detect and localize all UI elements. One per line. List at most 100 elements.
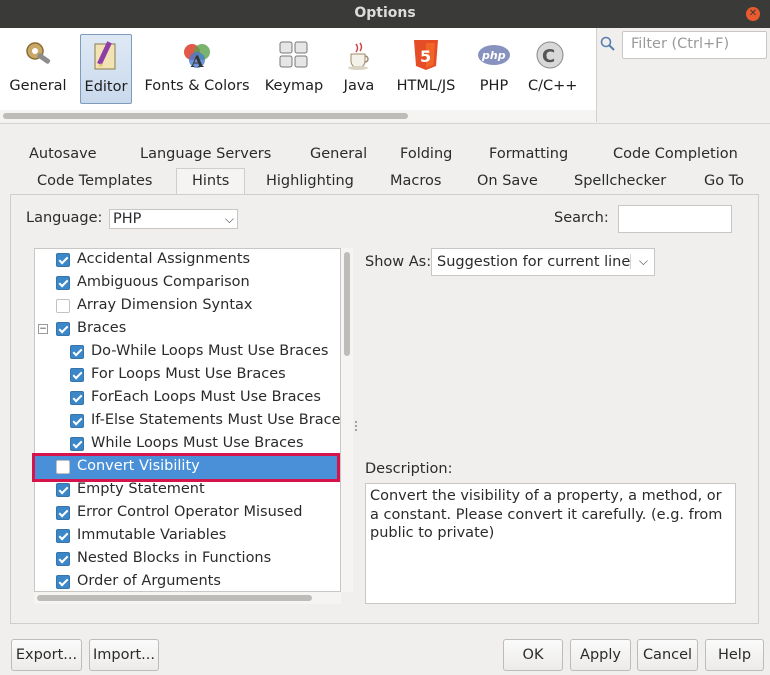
- chevron-down-icon: ⌵: [224, 212, 234, 226]
- search-icon: [600, 36, 615, 51]
- checkbox[interactable]: [56, 460, 70, 474]
- tree-item[interactable]: Immutable Variables: [35, 525, 340, 548]
- language-label: Language:: [26, 210, 103, 226]
- toolbar-keymap[interactable]: Keymap: [262, 34, 326, 104]
- tree-item[interactable]: Error Control Operator Misused: [35, 502, 340, 525]
- toolbar-c-cpp[interactable]: C C/C++: [528, 34, 577, 104]
- toolbar-scrollbar[interactable]: [0, 110, 597, 122]
- language-select[interactable]: PHP ⌵: [109, 209, 238, 229]
- scroll-thumb[interactable]: [344, 252, 350, 356]
- checkbox[interactable]: [56, 575, 70, 589]
- tree-item-label: Braces: [77, 320, 127, 336]
- checkbox[interactable]: [70, 414, 84, 428]
- checkbox[interactable]: [56, 253, 70, 267]
- tree-item-label: If-Else Statements Must Use Braces: [91, 412, 341, 428]
- toolbar-label: HTML/JS: [396, 78, 456, 94]
- tab-autosave[interactable]: Autosave: [29, 146, 97, 162]
- scroll-thumb[interactable]: [3, 113, 408, 119]
- tree-item-label: Accidental Assignments: [77, 251, 251, 267]
- checkbox[interactable]: [56, 276, 70, 290]
- tree-item[interactable]: Ambiguous Comparison: [35, 272, 340, 295]
- apply-button[interactable]: Apply: [570, 639, 631, 671]
- toolbar-label: PHP: [479, 78, 509, 94]
- tab-code-completion[interactable]: Code Completion: [613, 146, 738, 162]
- checkbox[interactable]: [56, 529, 70, 543]
- description-text: Convert the visibility of a property, a …: [365, 483, 736, 604]
- tree-item[interactable]: Array Dimension Syntax: [35, 295, 340, 318]
- toolbar-label: Keymap: [264, 78, 324, 94]
- import-button[interactable]: Import...: [89, 639, 159, 671]
- checkbox[interactable]: [70, 368, 84, 382]
- tree-item-label: Immutable Variables: [77, 527, 227, 543]
- checkbox[interactable]: [70, 345, 84, 359]
- tree-item[interactable]: Empty Statement: [35, 479, 340, 502]
- checkbox[interactable]: [56, 322, 70, 336]
- tab-formatting[interactable]: Formatting: [489, 146, 568, 162]
- tree-item-label: Convert Visibility: [77, 458, 200, 474]
- help-button[interactable]: Help: [705, 639, 764, 671]
- hints-tree[interactable]: Accidental Assignments Ambiguous Compari…: [34, 248, 341, 592]
- separator: [0, 123, 770, 124]
- ok-button[interactable]: OK: [503, 639, 563, 671]
- toolbar-label: Java: [343, 78, 375, 94]
- tree-item[interactable]: For Loops Must Use Braces: [35, 364, 340, 387]
- toolbar-php[interactable]: php PHP: [472, 34, 516, 104]
- tab-macros[interactable]: Macros: [390, 173, 441, 189]
- gear-wrench-icon: [26, 42, 51, 64]
- window-title: Options: [354, 5, 416, 21]
- tree-vertical-scrollbar[interactable]: [341, 248, 353, 592]
- tree-item-label: Order of Arguments: [77, 573, 221, 589]
- show-as-label: Show As:: [365, 254, 432, 270]
- export-button[interactable]: Export...: [11, 639, 82, 671]
- checkbox[interactable]: [56, 483, 70, 497]
- tree-horizontal-scrollbar[interactable]: [34, 592, 341, 604]
- svg-text:C: C: [542, 46, 555, 67]
- tab-folding[interactable]: Folding: [400, 146, 452, 162]
- tree-item[interactable]: ForEach Loops Must Use Braces: [35, 387, 340, 410]
- toolbar-java[interactable]: Java: [338, 34, 380, 104]
- tab-highlighting[interactable]: Highlighting: [266, 173, 354, 189]
- description-label: Description:: [365, 461, 453, 477]
- checkbox[interactable]: [56, 506, 70, 520]
- toolbar-fonts-colors[interactable]: A Fonts & Colors: [144, 34, 250, 104]
- tree-item-label: For Loops Must Use Braces: [91, 366, 286, 382]
- tab-language-servers[interactable]: Language Servers: [140, 146, 271, 162]
- splitter-handle[interactable]: [354, 420, 358, 434]
- close-icon[interactable]: ✕: [746, 7, 760, 21]
- cpp-icon: C: [536, 41, 564, 69]
- collapse-icon[interactable]: −: [38, 324, 48, 334]
- checkbox[interactable]: [70, 437, 84, 451]
- fonts-colors-icon: A: [184, 44, 210, 71]
- tree-item-selected[interactable]: Convert Visibility: [35, 456, 340, 479]
- cancel-button[interactable]: Cancel: [637, 639, 698, 671]
- tree-item-label: Empty Statement: [77, 481, 205, 497]
- checkbox[interactable]: [56, 299, 70, 313]
- keyboard-icon: [279, 41, 308, 68]
- tree-item[interactable]: Order of Arguments: [35, 571, 340, 591]
- tree-item-label: ForEach Loops Must Use Braces: [91, 389, 321, 405]
- show-as-select[interactable]: Suggestion for current line ⌵: [431, 248, 655, 276]
- tree-item[interactable]: If-Else Statements Must Use Braces: [35, 410, 340, 433]
- tree-item[interactable]: − Braces: [35, 318, 340, 341]
- toolbar-label: General: [9, 78, 67, 94]
- tree-item[interactable]: Do-While Loops Must Use Braces: [35, 341, 340, 364]
- tab-spellchecker[interactable]: Spellchecker: [574, 173, 666, 189]
- tab-on-save[interactable]: On Save: [477, 173, 538, 189]
- tree-item-label: While Loops Must Use Braces: [91, 435, 304, 451]
- language-value: PHP: [113, 211, 142, 227]
- tab-general[interactable]: General: [310, 146, 367, 162]
- tab-code-templates[interactable]: Code Templates: [37, 173, 152, 189]
- tree-item[interactable]: Accidental Assignments: [35, 249, 340, 272]
- tab-go-to[interactable]: Go To: [704, 173, 744, 189]
- tree-item[interactable]: While Loops Must Use Braces: [35, 433, 340, 456]
- tree-item[interactable]: Nested Blocks in Functions: [35, 548, 340, 571]
- checkbox[interactable]: [56, 552, 70, 566]
- toolbar-general[interactable]: General: [6, 34, 70, 104]
- filter-input[interactable]: Filter (Ctrl+F): [622, 31, 767, 59]
- scroll-thumb[interactable]: [37, 595, 312, 601]
- toolbar-editor[interactable]: Editor: [80, 34, 132, 104]
- toolbar-label: Fonts & Colors: [144, 78, 250, 94]
- toolbar-html-js[interactable]: 5 HTML/JS: [392, 34, 460, 104]
- checkbox[interactable]: [70, 391, 84, 405]
- search-input[interactable]: [618, 205, 732, 233]
